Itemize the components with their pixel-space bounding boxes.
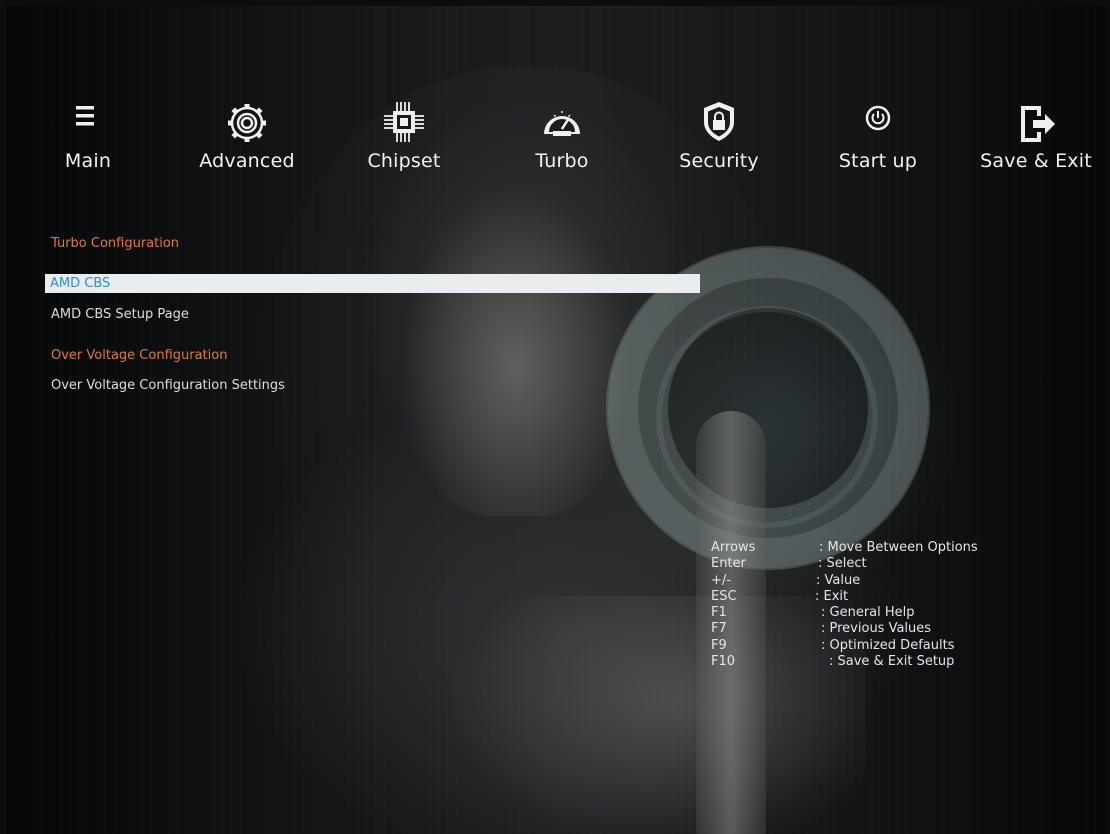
tab-main[interactable]: Main — [48, 98, 128, 188]
tab-chipset-label: Chipset — [367, 150, 441, 172]
tab-security[interactable]: Security — [674, 98, 764, 188]
tab-turbo[interactable]: Turbo — [524, 98, 600, 188]
tab-chipset[interactable]: Chipset — [362, 98, 446, 188]
amd-cbs-setup-page-description: AMD CBS Setup Page — [51, 307, 189, 322]
help-desc: : Previous Values — [821, 621, 932, 637]
top-nav: Main Advanced Chipset Turbo Security Sta… — [0, 98, 1110, 188]
help-key: +/- — [711, 572, 731, 588]
tab-security-label: Security — [679, 150, 759, 172]
help-key: Enter — [711, 556, 746, 572]
tab-save-exit[interactable]: Save & Exit — [980, 98, 1092, 188]
tab-startup[interactable]: Start up — [832, 98, 924, 188]
power-icon — [832, 98, 924, 144]
help-desc: : Select — [818, 556, 867, 572]
tab-main-label: Main — [64, 150, 112, 172]
help-key: F1 — [711, 605, 727, 621]
over-voltage-settings-description: Over Voltage Configuration Settings — [51, 378, 285, 393]
tab-advanced[interactable]: Advanced — [192, 98, 302, 188]
help-desc: : Save & Exit Setup — [829, 654, 955, 670]
hand-shadow — [446, 596, 866, 834]
pointing-finger — [696, 411, 766, 834]
over-voltage-configuration-option[interactable]: Over Voltage Configuration — [51, 348, 227, 363]
help-key: F7 — [711, 621, 727, 637]
amd-cbs-label: AMD CBS — [50, 276, 111, 291]
shield-lock-icon — [674, 98, 764, 144]
speedometer-icon — [524, 98, 600, 144]
help-desc: : Optimized Defaults — [821, 637, 955, 653]
tab-startup-label: Start up — [838, 150, 918, 172]
exit-icon — [980, 98, 1092, 144]
tab-turbo-label: Turbo — [535, 150, 589, 172]
tab-advanced-label: Advanced — [199, 150, 295, 172]
menu-icon — [48, 98, 128, 144]
amd-cbs-option[interactable]: AMD CBS — [45, 274, 700, 293]
help-key: F9 — [711, 637, 727, 653]
help-desc: : General Help — [821, 605, 915, 621]
face-shadow — [401, 186, 631, 516]
help-key: Arrows — [711, 540, 756, 555]
chip-icon — [362, 98, 446, 144]
turbo-configuration-title: Turbo Configuration — [51, 236, 180, 251]
help-key: F10 — [711, 654, 736, 670]
help-desc: : Move Between Options — [819, 540, 978, 555]
help-key: ESC — [711, 588, 737, 604]
help-desc: : Value — [816, 572, 861, 588]
help-desc: : Exit — [815, 588, 849, 604]
gear-icon — [192, 98, 302, 144]
tab-save-exit-label: Save & Exit — [980, 150, 1092, 172]
hud-ring-inner — [656, 306, 878, 528]
